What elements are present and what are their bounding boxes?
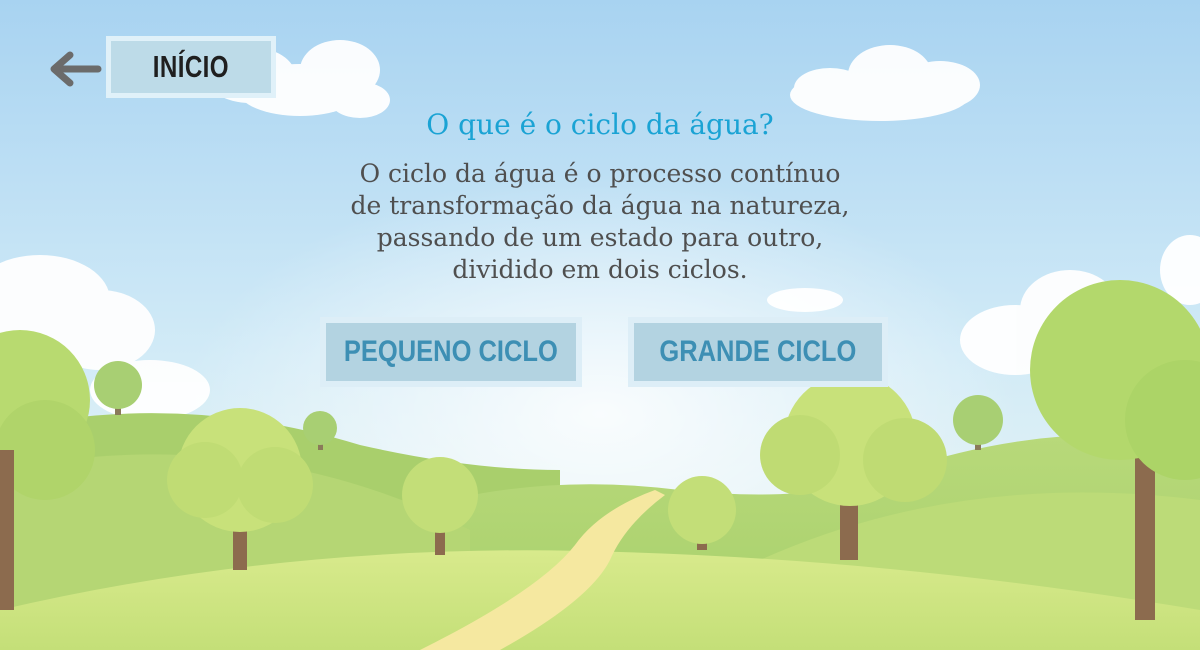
grande-ciclo-button[interactable]: GRANDE CICLO bbox=[628, 317, 888, 387]
pequeno-ciclo-button[interactable]: PEQUENO CICLO bbox=[320, 317, 582, 387]
description-text: O ciclo da água é o processo contínuo de… bbox=[250, 158, 950, 286]
page-title: O que é o ciclo da água? bbox=[426, 108, 774, 141]
pequeno-ciclo-label: PEQUENO CICLO bbox=[344, 335, 558, 368]
back-arrow-button[interactable] bbox=[46, 50, 104, 88]
inicio-button-label: INÍCIO bbox=[152, 49, 230, 84]
description-line: O ciclo da água é o processo contínuo bbox=[359, 159, 841, 188]
description-line: de transformação da água na natureza, bbox=[350, 191, 850, 220]
description-line: passando de um estado para outro, bbox=[376, 223, 824, 252]
description-line: dividido em dois ciclos. bbox=[452, 255, 748, 284]
grande-ciclo-label: GRANDE CICLO bbox=[659, 335, 857, 368]
arrow-left-icon bbox=[50, 51, 102, 87]
inicio-button[interactable]: INÍCIO bbox=[106, 36, 276, 98]
